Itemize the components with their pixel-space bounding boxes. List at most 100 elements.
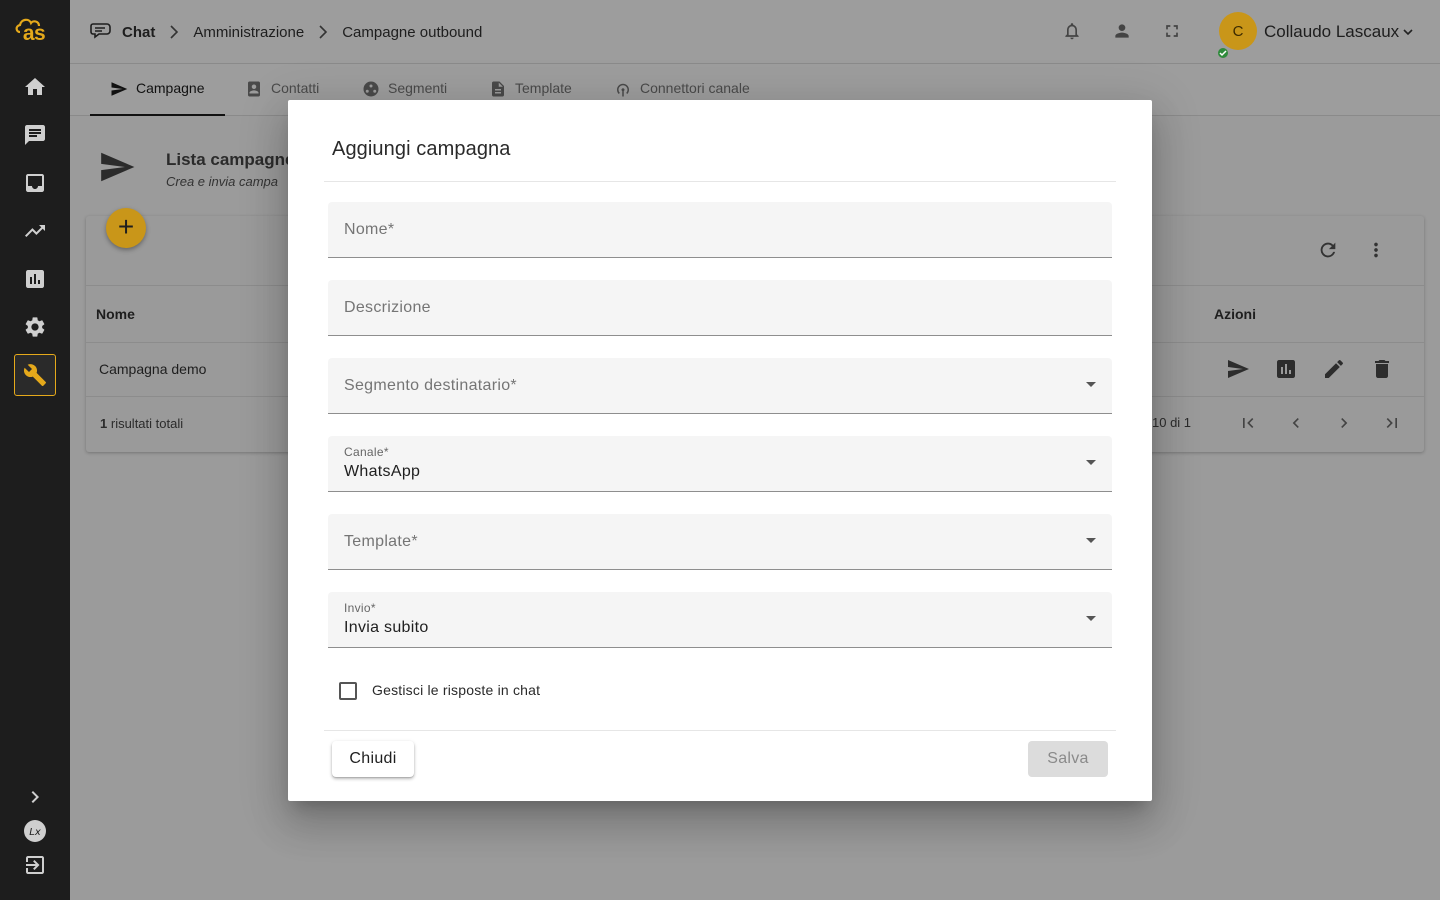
refresh-icon [1320, 242, 1336, 258]
next-page-button[interactable] [1334, 413, 1354, 433]
breadcrumb-amministrazione[interactable]: Amministrazione [193, 24, 304, 41]
notifications-button[interactable] [1062, 21, 1082, 46]
edit-campaign-button[interactable] [1322, 357, 1346, 381]
first-page-button[interactable] [1238, 413, 1258, 433]
delete-campaign-button[interactable] [1370, 357, 1394, 381]
description-field[interactable]: Descrizione [328, 280, 1112, 336]
app-logo[interactable]: as [12, 14, 56, 46]
total-results: 1 risultati totali [100, 416, 183, 431]
chevron-right-icon [1341, 418, 1348, 428]
inbox-icon [26, 174, 44, 192]
close-button[interactable]: Chiudi [332, 741, 414, 777]
send-campaign-button[interactable] [1226, 357, 1250, 381]
column-header-nome[interactable]: Nome [96, 306, 135, 322]
dropdown-arrow-icon [1086, 460, 1096, 465]
segments-icon [363, 81, 379, 97]
contacts-icon [248, 81, 260, 97]
add-campaign-button[interactable]: + [106, 208, 146, 248]
send-icon [101, 152, 135, 182]
template-placeholder: Template* [344, 533, 418, 550]
save-button[interactable]: Salva [1028, 741, 1108, 777]
manage-replies-label[interactable]: Gestisci le risposte in chat [372, 682, 540, 698]
tab-label: Campagne [136, 80, 205, 96]
manage-replies-checkbox[interactable] [339, 682, 357, 700]
prev-page-button[interactable] [1286, 413, 1306, 433]
fullscreen-icon [1166, 25, 1178, 37]
bar-chart-icon [1277, 360, 1295, 378]
template-select[interactable]: Template* [328, 514, 1112, 570]
channel-value: WhatsApp [344, 463, 421, 480]
avatar[interactable]: C [1219, 12, 1257, 50]
sidebar-logout[interactable] [14, 844, 56, 886]
breadcrumb: Chat Amministrazione Campagne outbound [90, 20, 482, 44]
sidebar-item-chat[interactable] [14, 114, 56, 156]
home-icon [25, 78, 45, 95]
sidebar-item-admin[interactable] [14, 354, 56, 396]
tab-campagne[interactable]: Campagne [90, 80, 225, 116]
more-options-button[interactable] [1365, 239, 1387, 261]
channel-label: Canale* [344, 445, 389, 459]
campaign-stats-button[interactable] [1274, 357, 1298, 381]
top-bar: Chat Amministrazione Campagne outbound C… [70, 0, 1440, 64]
channel-select[interactable]: Canale* WhatsApp [328, 436, 1112, 492]
description-placeholder: Descrizione [344, 299, 431, 316]
send-icon [111, 82, 128, 96]
divider [324, 181, 1116, 182]
sidebar-item-inbox[interactable] [14, 162, 56, 204]
person-icon [1115, 24, 1129, 38]
send-mode-label: Invio* [344, 601, 376, 615]
page-title: Lista campagne [166, 150, 295, 169]
chevron-right-icon [31, 791, 39, 803]
name-field[interactable]: Nome* [328, 202, 1112, 258]
sidebar-item-home[interactable] [14, 66, 56, 108]
sidebar-item-settings[interactable] [14, 306, 56, 348]
profile-button[interactable] [1112, 21, 1132, 46]
chevron-down-icon[interactable] [1402, 26, 1414, 38]
chevron-right-icon [319, 25, 328, 39]
sidebar: as Lx [0, 0, 70, 900]
logout-icon [26, 856, 44, 874]
pencil-icon [1325, 359, 1344, 378]
document-icon [492, 81, 504, 97]
first-page-icon [1243, 418, 1254, 428]
name-placeholder: Nome* [344, 221, 395, 238]
svg-text:Lx: Lx [29, 827, 41, 838]
dropdown-arrow-icon [1086, 538, 1096, 543]
breadcrumb-chat[interactable]: Chat [122, 24, 155, 41]
divider [324, 730, 1116, 731]
user-name[interactable]: Collaudo Lascaux [1264, 22, 1399, 42]
table-cell-name: Campagna demo [99, 361, 207, 377]
last-page-icon [1386, 418, 1397, 428]
logo-text: as [22, 22, 46, 45]
send-mode-select[interactable]: Invio* Invia subito [328, 592, 1112, 648]
bar-chart-icon [26, 270, 44, 288]
dropdown-arrow-icon [1086, 382, 1096, 387]
fullscreen-button[interactable] [1162, 21, 1182, 46]
chat-icon [25, 125, 45, 145]
sidebar-item-trends[interactable] [14, 210, 56, 252]
total-label: risultati totali [110, 416, 184, 431]
brand-circle-icon: Lx [24, 820, 46, 842]
column-header-azioni: Azioni [1214, 306, 1256, 322]
antenna-icon [617, 83, 629, 97]
chevron-left-icon [1292, 418, 1299, 428]
trash-icon [1375, 360, 1389, 378]
send-icon [1228, 360, 1249, 378]
wrench-icon [23, 364, 46, 386]
sidebar-item-reports[interactable] [14, 258, 56, 300]
chat-bubbles-icon [90, 23, 111, 39]
total-count: 1 [100, 416, 108, 431]
tab-label: Contatti [271, 80, 320, 96]
page-subtitle: Crea e invia campa [166, 174, 278, 189]
send-mode-value: Invia subito [344, 619, 429, 636]
breadcrumb-campagne-outbound: Campagne outbound [342, 23, 483, 41]
add-campaign-dialog: Aggiungi campagna Nome* Descrizione Segm… [288, 100, 1152, 801]
last-page-button[interactable] [1382, 413, 1402, 433]
segment-select[interactable]: Segmento destinatario* [328, 358, 1112, 414]
online-status-icon [1216, 46, 1230, 60]
bell-icon [1065, 23, 1079, 40]
dropdown-arrow-icon [1086, 616, 1096, 621]
trending-icon [25, 225, 45, 237]
refresh-button[interactable] [1317, 239, 1339, 261]
chevron-right-icon [170, 25, 179, 39]
